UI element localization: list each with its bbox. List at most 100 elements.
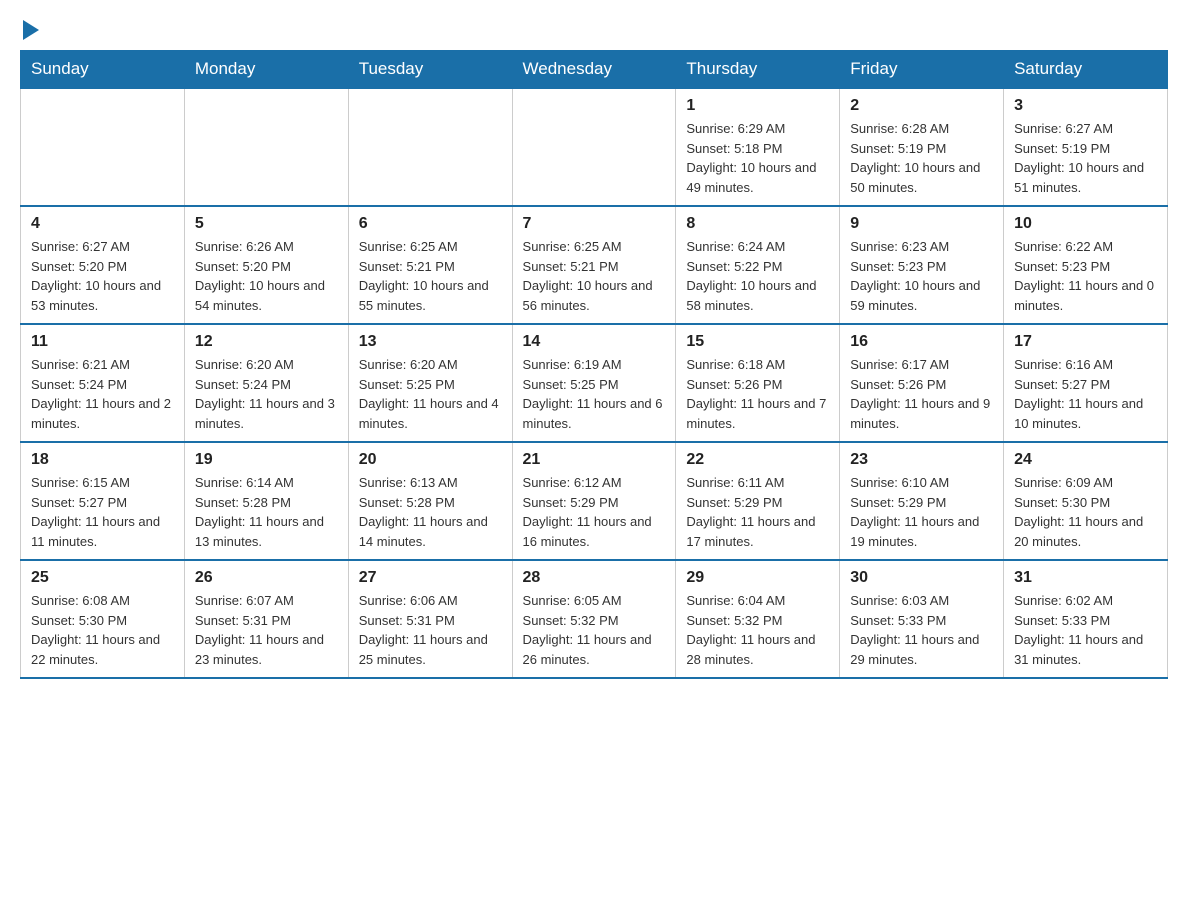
header-day-thursday: Thursday [676, 51, 840, 89]
day-info: Sunrise: 6:05 AMSunset: 5:32 PMDaylight:… [523, 591, 666, 669]
day-number: 27 [359, 569, 502, 587]
page-header [20, 20, 1168, 40]
calendar-cell: 13 Sunrise: 6:20 AMSunset: 5:25 PMDayligh… [348, 324, 512, 442]
calendar-cell: 10 Sunrise: 6:22 AMSunset: 5:23 PMDayligh… [1004, 206, 1168, 324]
header-day-saturday: Saturday [1004, 51, 1168, 89]
day-number: 15 [686, 333, 829, 351]
day-info: Sunrise: 6:16 AMSunset: 5:27 PMDaylight:… [1014, 355, 1157, 433]
day-number: 14 [523, 333, 666, 351]
day-number: 9 [850, 215, 993, 233]
calendar-cell: 1Sunrise: 6:29 AMSunset: 5:18 PMDaylight… [676, 88, 840, 206]
day-info: Sunrise: 6:23 AMSunset: 5:23 PMDaylight:… [850, 237, 993, 315]
day-number: 5 [195, 215, 338, 233]
day-info: Sunrise: 6:15 AMSunset: 5:27 PMDaylight:… [31, 473, 174, 551]
header-day-friday: Friday [840, 51, 1004, 89]
calendar-cell: 17 Sunrise: 6:16 AMSunset: 5:27 PMDayligh… [1004, 324, 1168, 442]
day-number: 22 [686, 451, 829, 469]
week-row-1: 4 Sunrise: 6:27 AMSunset: 5:20 PMDaylight… [21, 206, 1168, 324]
day-number: 20 [359, 451, 502, 469]
calendar-cell: 4 Sunrise: 6:27 AMSunset: 5:20 PMDaylight… [21, 206, 185, 324]
day-info: Sunrise: 6:29 AMSunset: 5:18 PMDaylight:… [686, 119, 829, 197]
calendar-cell: 31 Sunrise: 6:02 AMSunset: 5:33 PMDayligh… [1004, 560, 1168, 678]
day-number: 17 [1014, 333, 1157, 351]
day-number: 31 [1014, 569, 1157, 587]
day-number: 6 [359, 215, 502, 233]
calendar-cell: 21 Sunrise: 6:12 AMSunset: 5:29 PMDayligh… [512, 442, 676, 560]
day-info: Sunrise: 6:07 AMSunset: 5:31 PMDaylight:… [195, 591, 338, 669]
calendar-cell: 11Sunrise: 6:21 AMSunset: 5:24 PMDayligh… [21, 324, 185, 442]
day-info: Sunrise: 6:12 AMSunset: 5:29 PMDaylight:… [523, 473, 666, 551]
calendar-cell: 5 Sunrise: 6:26 AMSunset: 5:20 PMDaylight… [184, 206, 348, 324]
day-info: Sunrise: 6:20 AMSunset: 5:24 PMDaylight:… [195, 355, 338, 433]
calendar-cell: 14 Sunrise: 6:19 AMSunset: 5:25 PMDayligh… [512, 324, 676, 442]
calendar-cell: 2 Sunrise: 6:28 AMSunset: 5:19 PMDaylight… [840, 88, 1004, 206]
calendar-cell: 18 Sunrise: 6:15 AMSunset: 5:27 PMDayligh… [21, 442, 185, 560]
week-row-0: 1Sunrise: 6:29 AMSunset: 5:18 PMDaylight… [21, 88, 1168, 206]
day-number: 26 [195, 569, 338, 587]
day-number: 28 [523, 569, 666, 587]
calendar-cell: 27Sunrise: 6:06 AMSunset: 5:31 PMDayligh… [348, 560, 512, 678]
calendar-cell: 24Sunrise: 6:09 AMSunset: 5:30 PMDayligh… [1004, 442, 1168, 560]
header-day-monday: Monday [184, 51, 348, 89]
calendar-cell: 30Sunrise: 6:03 AMSunset: 5:33 PMDayligh… [840, 560, 1004, 678]
calendar-cell: 9 Sunrise: 6:23 AMSunset: 5:23 PMDaylight… [840, 206, 1004, 324]
calendar-cell [512, 88, 676, 206]
day-number: 13 [359, 333, 502, 351]
logo-triangle-icon [23, 20, 39, 40]
day-info: Sunrise: 6:26 AMSunset: 5:20 PMDaylight:… [195, 237, 338, 315]
day-info: Sunrise: 6:13 AMSunset: 5:28 PMDaylight:… [359, 473, 502, 551]
day-number: 3 [1014, 97, 1157, 115]
calendar-cell: 6Sunrise: 6:25 AMSunset: 5:21 PMDaylight… [348, 206, 512, 324]
day-number: 7 [523, 215, 666, 233]
calendar-cell [348, 88, 512, 206]
day-number: 21 [523, 451, 666, 469]
day-info: Sunrise: 6:22 AMSunset: 5:23 PMDaylight:… [1014, 237, 1157, 315]
day-info: Sunrise: 6:27 AMSunset: 5:20 PMDaylight:… [31, 237, 174, 315]
calendar-cell: 29Sunrise: 6:04 AMSunset: 5:32 PMDayligh… [676, 560, 840, 678]
day-number: 12 [195, 333, 338, 351]
week-row-4: 25 Sunrise: 6:08 AMSunset: 5:30 PMDayligh… [21, 560, 1168, 678]
day-info: Sunrise: 6:19 AMSunset: 5:25 PMDaylight:… [523, 355, 666, 433]
calendar-cell: 23 Sunrise: 6:10 AMSunset: 5:29 PMDayligh… [840, 442, 1004, 560]
day-info: Sunrise: 6:10 AMSunset: 5:29 PMDaylight:… [850, 473, 993, 551]
day-info: Sunrise: 6:02 AMSunset: 5:33 PMDaylight:… [1014, 591, 1157, 669]
day-number: 10 [1014, 215, 1157, 233]
calendar-cell: 7 Sunrise: 6:25 AMSunset: 5:21 PMDaylight… [512, 206, 676, 324]
calendar-cell: 25 Sunrise: 6:08 AMSunset: 5:30 PMDayligh… [21, 560, 185, 678]
day-info: Sunrise: 6:18 AMSunset: 5:26 PMDaylight:… [686, 355, 829, 433]
day-info: Sunrise: 6:28 AMSunset: 5:19 PMDaylight:… [850, 119, 993, 197]
day-number: 29 [686, 569, 829, 587]
day-info: Sunrise: 6:20 AMSunset: 5:25 PMDaylight:… [359, 355, 502, 433]
day-number: 18 [31, 451, 174, 469]
day-info: Sunrise: 6:08 AMSunset: 5:30 PMDaylight:… [31, 591, 174, 669]
day-info: Sunrise: 6:25 AMSunset: 5:21 PMDaylight:… [523, 237, 666, 315]
calendar-cell: 28 Sunrise: 6:05 AMSunset: 5:32 PMDayligh… [512, 560, 676, 678]
day-number: 2 [850, 97, 993, 115]
calendar-table: SundayMondayTuesdayWednesdayThursdayFrid… [20, 50, 1168, 679]
day-info: Sunrise: 6:17 AMSunset: 5:26 PMDaylight:… [850, 355, 993, 433]
week-row-3: 18 Sunrise: 6:15 AMSunset: 5:27 PMDayligh… [21, 442, 1168, 560]
day-number: 11 [31, 333, 174, 351]
day-number: 23 [850, 451, 993, 469]
calendar-cell: 3Sunrise: 6:27 AMSunset: 5:19 PMDaylight… [1004, 88, 1168, 206]
calendar-cell: 20 Sunrise: 6:13 AMSunset: 5:28 PMDayligh… [348, 442, 512, 560]
day-info: Sunrise: 6:03 AMSunset: 5:33 PMDaylight:… [850, 591, 993, 669]
header-day-tuesday: Tuesday [348, 51, 512, 89]
day-info: Sunrise: 6:14 AMSunset: 5:28 PMDaylight:… [195, 473, 338, 551]
day-number: 8 [686, 215, 829, 233]
day-number: 4 [31, 215, 174, 233]
calendar-cell: 16 Sunrise: 6:17 AMSunset: 5:26 PMDayligh… [840, 324, 1004, 442]
day-number: 25 [31, 569, 174, 587]
day-number: 16 [850, 333, 993, 351]
day-number: 19 [195, 451, 338, 469]
day-info: Sunrise: 6:11 AMSunset: 5:29 PMDaylight:… [686, 473, 829, 551]
calendar-cell [184, 88, 348, 206]
header-day-sunday: Sunday [21, 51, 185, 89]
calendar-header-row: SundayMondayTuesdayWednesdayThursdayFrid… [21, 51, 1168, 89]
header-day-wednesday: Wednesday [512, 51, 676, 89]
day-info: Sunrise: 6:24 AMSunset: 5:22 PMDaylight:… [686, 237, 829, 315]
calendar-cell: 12 Sunrise: 6:20 AMSunset: 5:24 PMDayligh… [184, 324, 348, 442]
calendar-cell: 15 Sunrise: 6:18 AMSunset: 5:26 PMDayligh… [676, 324, 840, 442]
calendar-cell: 8 Sunrise: 6:24 AMSunset: 5:22 PMDaylight… [676, 206, 840, 324]
logo [20, 20, 39, 40]
